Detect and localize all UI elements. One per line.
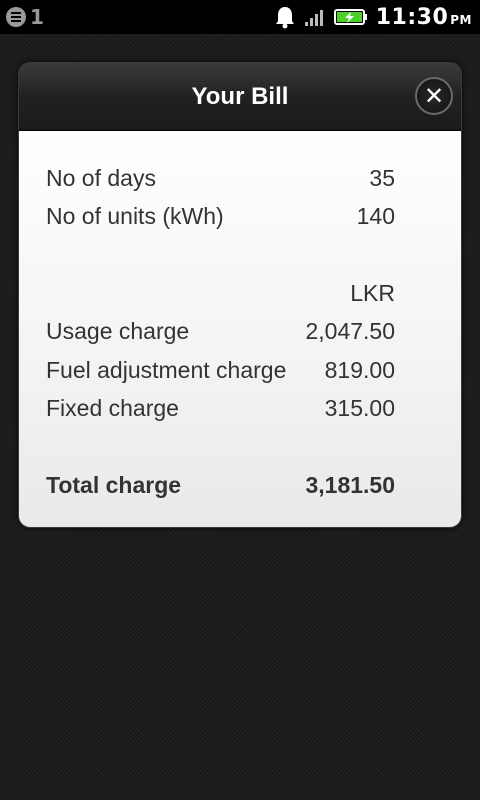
dialog-title: Your Bill — [191, 82, 289, 110]
notification-count: 1 — [30, 5, 44, 29]
days-value: 35 — [369, 164, 395, 191]
battery-charging-icon — [333, 9, 367, 25]
days-row: No of days 35 — [46, 159, 395, 198]
status-right: 11:30 PM — [274, 5, 480, 30]
units-label: No of units (kWh) — [46, 203, 224, 230]
fuel-adjustment-value: 819.00 — [324, 356, 395, 383]
fuel-adjustment-label: Fuel adjustment charge — [46, 356, 287, 383]
units-value: 140 — [356, 203, 395, 230]
close-button[interactable]: ✕ — [415, 77, 453, 115]
units-row: No of units (kWh) 140 — [46, 198, 395, 237]
usage-charge-value: 2,047.50 — [305, 318, 395, 345]
bill-dialog: Your Bill ✕ No of days 35 No of units (k… — [18, 62, 462, 528]
bill-details: No of days 35 No of units (kWh) 140 LKR … — [19, 131, 461, 527]
bell-icon — [275, 7, 294, 29]
fixed-charge-value: 315.00 — [324, 395, 395, 422]
fixed-charge-label: Fixed charge — [46, 395, 179, 422]
currency-row: LKR — [46, 274, 395, 313]
message-notification-icon — [6, 7, 26, 27]
days-label: No of days — [46, 164, 156, 191]
clock: 11:30 PM — [375, 4, 472, 30]
usage-charge-label: Usage charge — [46, 318, 190, 345]
status-left: 1 — [0, 5, 274, 29]
total-value: 3,181.50 — [305, 471, 395, 498]
close-icon: ✕ — [423, 82, 445, 110]
usage-charge-row: Usage charge 2,047.50 — [46, 313, 395, 352]
fuel-adjustment-row: Fuel adjustment charge 819.00 — [46, 351, 395, 390]
currency-label: LKR — [350, 279, 395, 306]
status-bar: 1 11:30 PM — [0, 0, 480, 34]
total-row: Total charge 3,181.50 — [46, 466, 395, 505]
dialog-header: Your Bill ✕ — [19, 63, 461, 131]
fixed-charge-row: Fixed charge 315.00 — [46, 390, 395, 429]
total-label: Total charge — [46, 471, 182, 498]
signal-icon — [304, 10, 323, 26]
